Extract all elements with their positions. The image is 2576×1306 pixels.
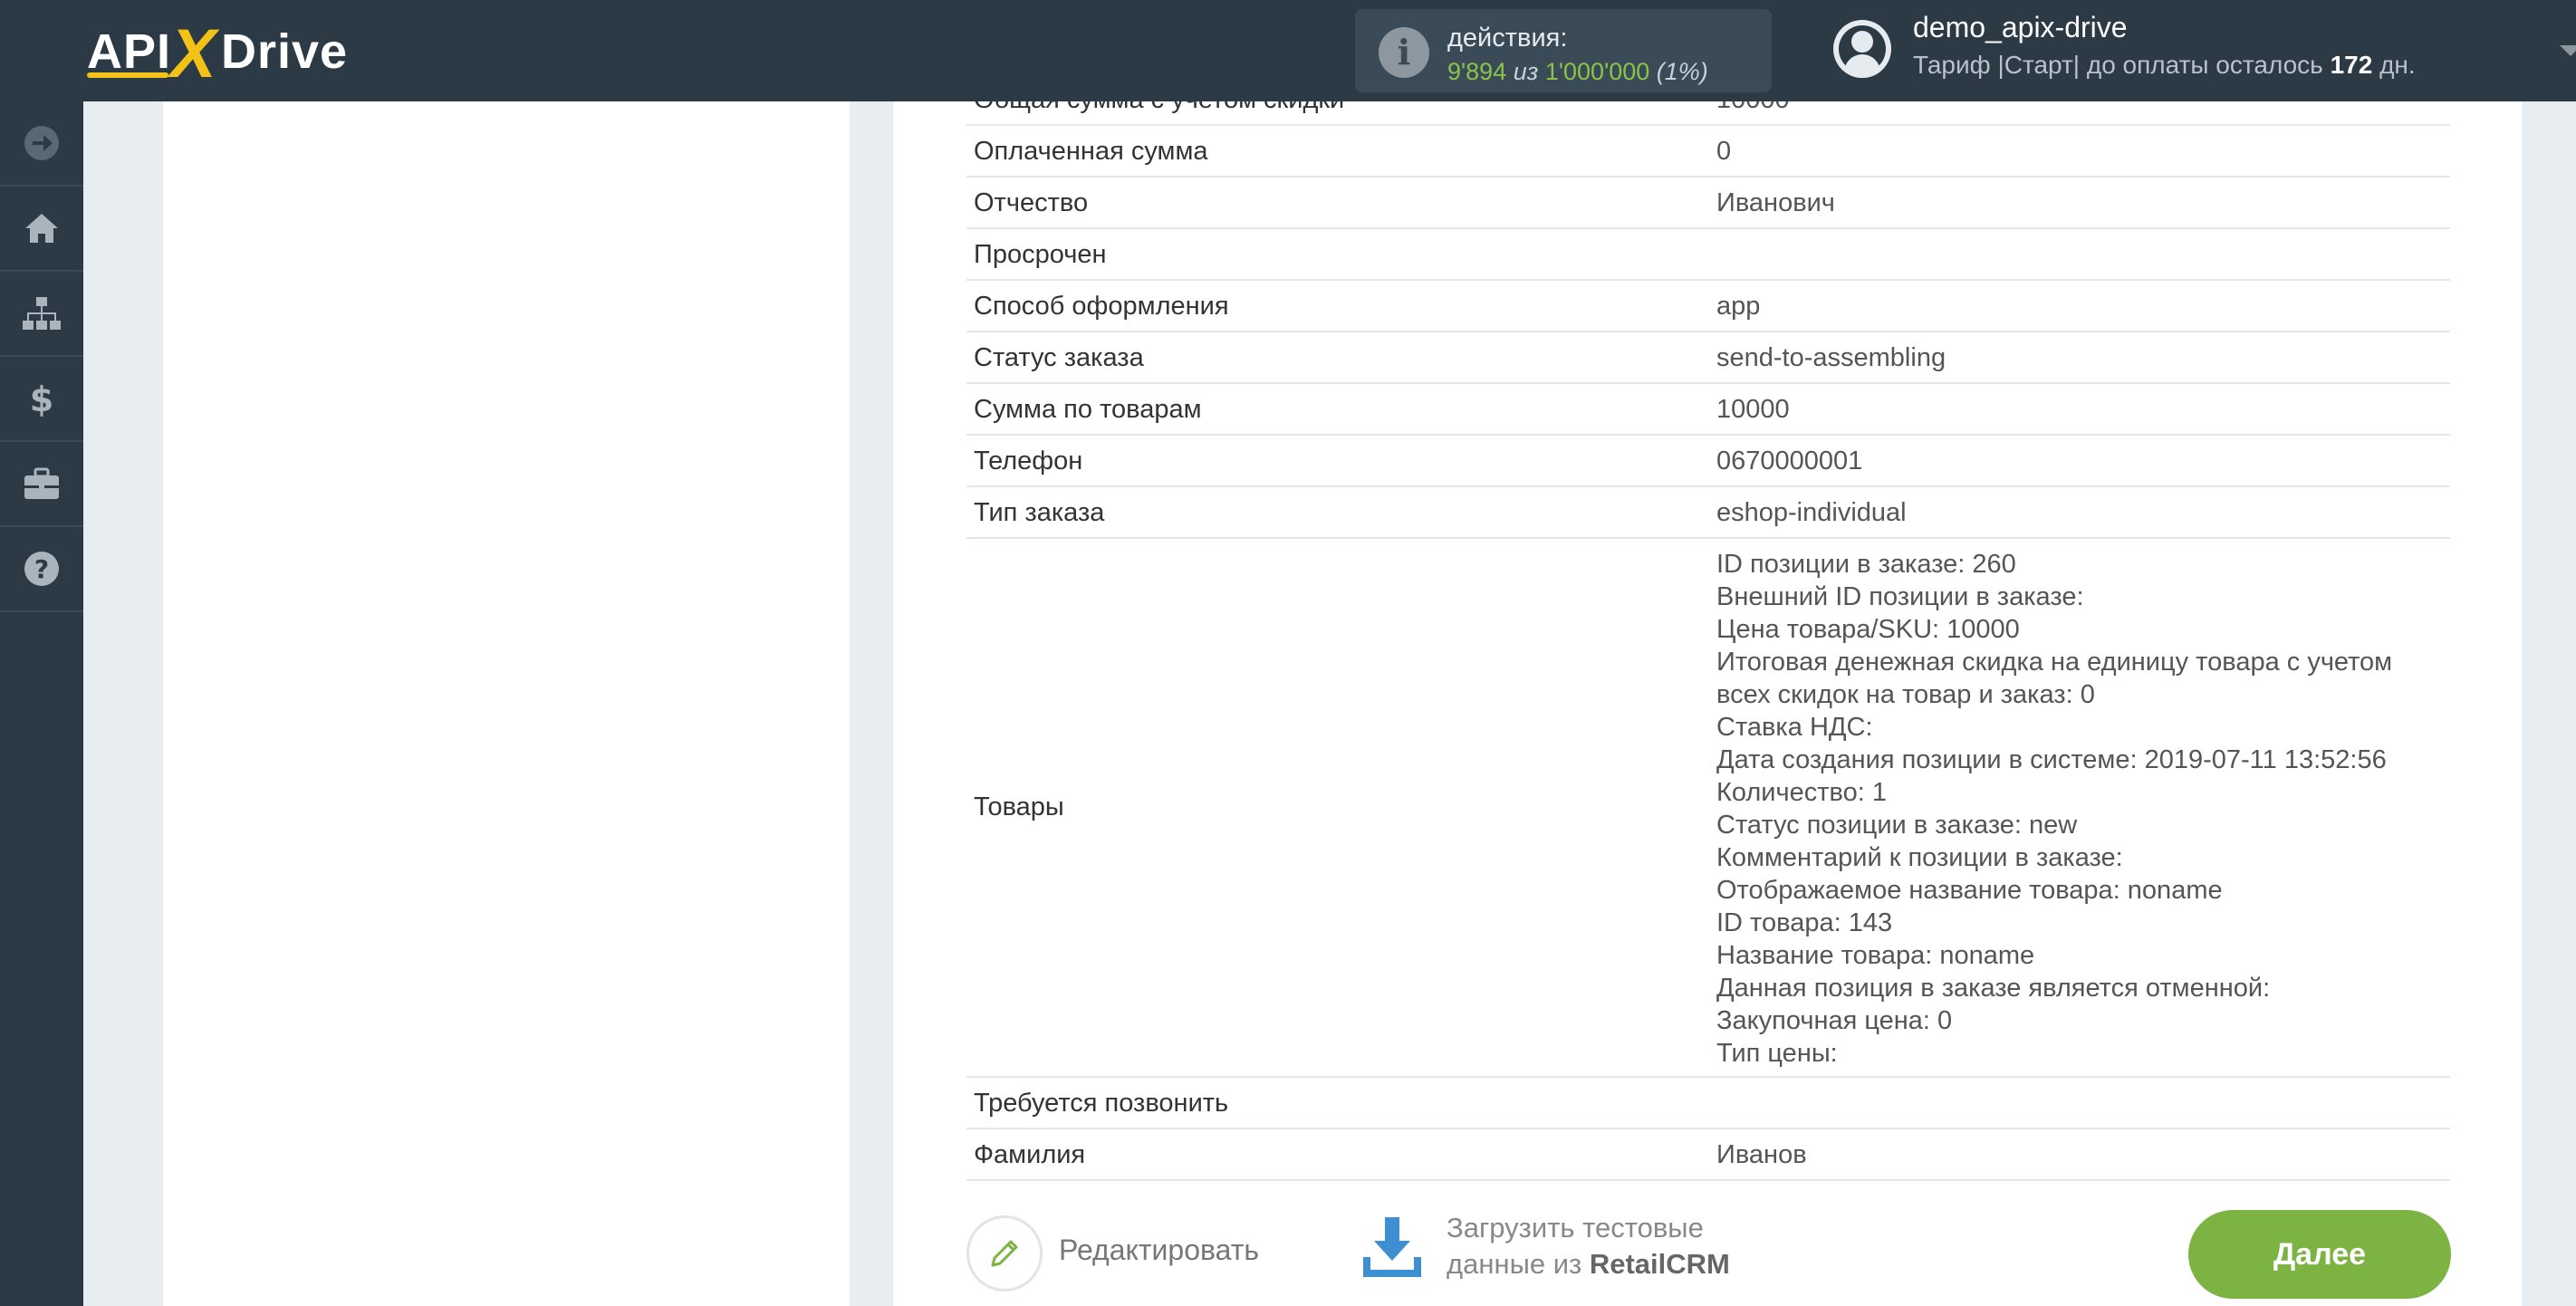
load-button-brand: RetailCRM	[1589, 1248, 1730, 1280]
item-line: Ставка НДС:	[1716, 713, 1873, 742]
logo-drive-text: Drive	[221, 24, 349, 79]
chevron-down-icon[interactable]	[2560, 45, 2576, 56]
row-value: eshop-individual	[1716, 498, 1907, 527]
row-key: Телефон	[974, 447, 1083, 475]
table-row: Способ оформления app	[966, 281, 2450, 332]
row-value: Иванович	[1716, 188, 1835, 217]
next-button[interactable]: Далее	[2188, 1210, 2451, 1299]
sitemap-icon	[23, 297, 61, 330]
table-row-items: Товары ID позиции в заказе: 260 Внешний …	[966, 539, 2450, 1078]
row-value: app	[1716, 292, 1761, 321]
load-button-prefix: данные из	[1447, 1248, 1582, 1280]
left-panel	[163, 101, 850, 1306]
svg-text:$: $	[30, 379, 53, 418]
edit-circle	[966, 1215, 1043, 1292]
row-key: Тип заказа	[974, 498, 1105, 527]
item-line: Название товара: noname	[1716, 941, 2035, 970]
logo-api-text: API	[87, 24, 172, 79]
items-details: ID позиции в заказе: 260 Внешний ID пози…	[1716, 548, 2392, 1070]
item-line: Статус позиции в заказе: new	[1716, 811, 2078, 840]
row-key: Статус заказа	[974, 343, 1144, 372]
table-row: Просрочен	[966, 229, 2450, 281]
item-line: ID товара: 143	[1716, 908, 1893, 937]
row-key: Товары	[974, 792, 1064, 821]
item-line: Данная позиция в заказе является отменно…	[1716, 974, 2271, 1003]
sidebar-item-connections[interactable]	[0, 272, 83, 357]
item-line: Внешний ID позиции в заказе:	[1716, 582, 2084, 611]
download-icon	[1363, 1217, 1421, 1277]
row-key: Оплаченная сумма	[974, 137, 1208, 166]
home-icon	[25, 214, 58, 243]
table-row: Сумма по товарам 10000	[966, 384, 2450, 436]
help-circle-icon: ?	[24, 552, 59, 586]
item-line: Цена товара/SKU: 10000	[1716, 615, 2020, 644]
item-line: Комментарий к позиции в заказе:	[1716, 843, 2123, 872]
row-value: Иванов	[1716, 1140, 1807, 1169]
actions-stats: 9'894 из 1'000'000 (1%)	[1447, 58, 1708, 86]
load-button-line2: данные из RetailCRM	[1447, 1248, 1730, 1281]
load-button-line1: Загрузить тестовые	[1447, 1212, 1704, 1244]
sidebar-item-home[interactable]	[0, 187, 83, 272]
svg-text:?: ?	[34, 554, 49, 584]
user-avatar-icon[interactable]	[1833, 20, 1891, 78]
actions-total: 1'000'000	[1544, 58, 1650, 85]
row-key: Требуется позвонить	[974, 1089, 1229, 1118]
actions-percent: (1%)	[1656, 58, 1708, 85]
pencil-icon	[991, 1240, 1018, 1267]
item-line: Итоговая денежная скидка на единицу това…	[1716, 648, 2393, 677]
tariff-prefix: Тариф |Старт| до оплаты осталось	[1913, 51, 2323, 79]
sidebar-item-billing[interactable]: $	[0, 357, 83, 442]
edit-button-label: Редактировать	[1059, 1234, 1260, 1266]
top-bar: API X Drive i действия: 9'894 из 1'000'0…	[0, 0, 2576, 101]
row-value: send-to-assembling	[1716, 343, 1946, 372]
table-row: Тип заказа eshop-individual	[966, 487, 2450, 539]
row-key: Отчество	[974, 188, 1089, 217]
row-key: Способ оформления	[974, 292, 1229, 321]
item-line: Количество: 1	[1716, 778, 1887, 807]
row-key: Сумма по товарам	[974, 395, 1202, 424]
tariff-days: 172	[2330, 51, 2373, 79]
dollar-icon: $	[30, 379, 53, 418]
actions-used: 9'894	[1447, 58, 1507, 85]
item-line: Дата создания позиции в системе: 2019-07…	[1716, 745, 2387, 774]
sidebar: $ ?	[0, 101, 83, 1306]
table-row: Требуется позвонить	[966, 1078, 2450, 1129]
username[interactable]: demo_apix-drive	[1913, 11, 2128, 44]
table-row: Фамилия Иванов	[966, 1129, 2450, 1181]
item-line: всех скидок на товар и заказ: 0	[1716, 680, 2095, 709]
info-icon: i	[1379, 27, 1429, 78]
row-key: Фамилия	[974, 1140, 1086, 1169]
table-row: Телефон 0670000001	[966, 436, 2450, 487]
row-key: Просрочен	[974, 240, 1107, 269]
actions-title: действия:	[1447, 24, 1568, 53]
sidebar-item-collapse[interactable]	[0, 101, 83, 187]
arrow-right-circle-icon	[24, 126, 59, 160]
sidebar-item-help[interactable]: ?	[0, 527, 83, 612]
tariff-days-suffix: дн.	[2379, 51, 2416, 79]
item-line: ID позиции в заказе: 260	[1716, 550, 2016, 579]
item-line: Закупочная цена: 0	[1716, 1006, 1953, 1035]
table-row: Оплаченная сумма 0	[966, 126, 2450, 178]
table-row: Статус заказа send-to-assembling	[966, 332, 2450, 384]
actions-counter: i действия: 9'894 из 1'000'000 (1%)	[1355, 9, 1772, 92]
sidebar-item-services[interactable]	[0, 442, 83, 527]
tariff-info: Тариф |Старт| до оплаты осталось 172 дн.	[1913, 51, 2416, 80]
row-value: 10000	[1716, 395, 1790, 424]
main-panel: Общая сумма с учетом скидки 10000 Оплаче…	[893, 85, 2522, 1306]
logo-underline	[87, 72, 168, 78]
logo-x-text: X	[170, 15, 216, 92]
actions-of: из	[1513, 58, 1539, 85]
item-line: Тип цены:	[1716, 1039, 1838, 1068]
row-value: 0	[1716, 137, 1732, 166]
row-value: 0670000001	[1716, 447, 1863, 475]
table-row: Отчество Иванович	[966, 178, 2450, 229]
item-line: Отображаемое название товара: noname	[1716, 876, 2223, 905]
briefcase-icon	[24, 467, 59, 499]
data-table: Общая сумма с учетом скидки 10000 Оплаче…	[966, 74, 2450, 1181]
